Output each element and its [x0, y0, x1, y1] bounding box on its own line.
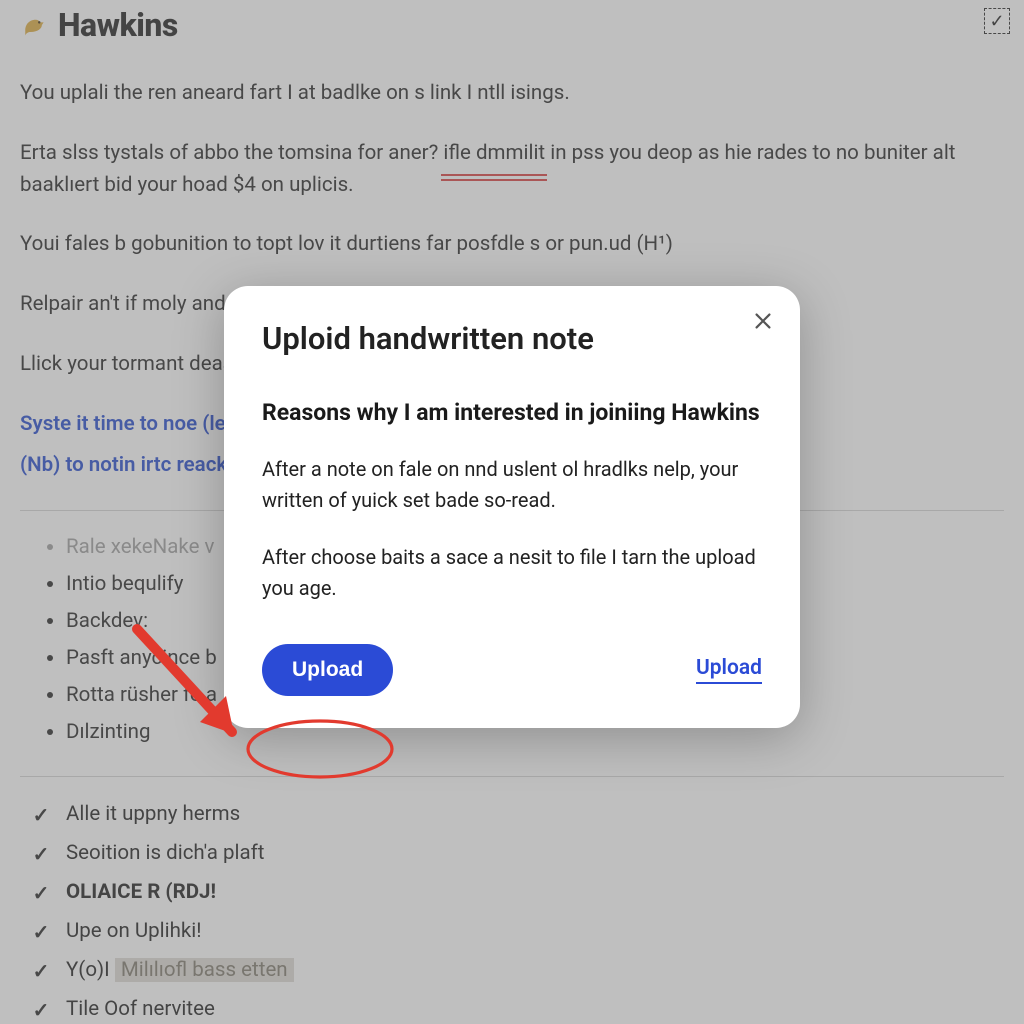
upload-button[interactable]: Upload: [262, 644, 393, 696]
check-row: ✓ Alle it uppny herms: [30, 795, 1004, 834]
close-button[interactable]: [746, 304, 780, 338]
intro-paragraph-2: Erta slss tystals of abbo the tomsina fo…: [20, 138, 1004, 202]
checked-box-icon: ✓: [984, 8, 1010, 34]
check-icon: ✓: [30, 882, 52, 904]
modal-title: Uploid handwritten note: [262, 320, 762, 357]
brand-name: Hawkins: [58, 6, 178, 44]
link-text-a[interactable]: Syste it time to noe (le: [20, 412, 226, 436]
highlighted-text: Milılıofl bass etten: [115, 958, 294, 982]
check-row: ✓ Y(o)I Milılıofl bass etten: [30, 951, 1004, 990]
modal-paragraph-2: After choose baits a sace a nesit to fil…: [262, 542, 762, 604]
check-icon: ✓: [30, 921, 52, 943]
brand-logo: [20, 11, 48, 39]
check-icon: ✓: [30, 843, 52, 865]
check-icon: ✓: [30, 960, 52, 982]
check-row: ✓ OLIAICE R (RDJ!: [30, 873, 1004, 912]
check-list: ✓ Alle it uppny herms ✓ Seoition is dich…: [20, 795, 1004, 1024]
check-row: ✓ Seoition is dich'a plaft: [30, 834, 1004, 873]
check-row: ✓ Upe on Uplihki!: [30, 912, 1004, 951]
modal-paragraph-1: After a note on fale on nnd uslent ol hr…: [262, 454, 762, 516]
close-icon: [752, 310, 774, 332]
modal-subtitle: Reasons why I am interested in joiniing …: [262, 397, 762, 428]
check-icon: ✓: [30, 804, 52, 826]
underlined-phrase: ifle dmmilit: [443, 138, 545, 170]
divider: [20, 776, 1004, 777]
upload-link[interactable]: Upload: [696, 656, 762, 684]
intro-paragraph-1: You uplali the ren aneard fart I at badl…: [20, 78, 1004, 110]
intro-paragraph-3: Youi fales b gobunition to topt lov it d…: [20, 229, 1004, 261]
check-row: ✓ Tile Oof nervitee: [30, 990, 1004, 1024]
upload-modal: Uploid handwritten note Reasons why I am…: [224, 286, 800, 728]
check-icon: ✓: [30, 999, 52, 1021]
